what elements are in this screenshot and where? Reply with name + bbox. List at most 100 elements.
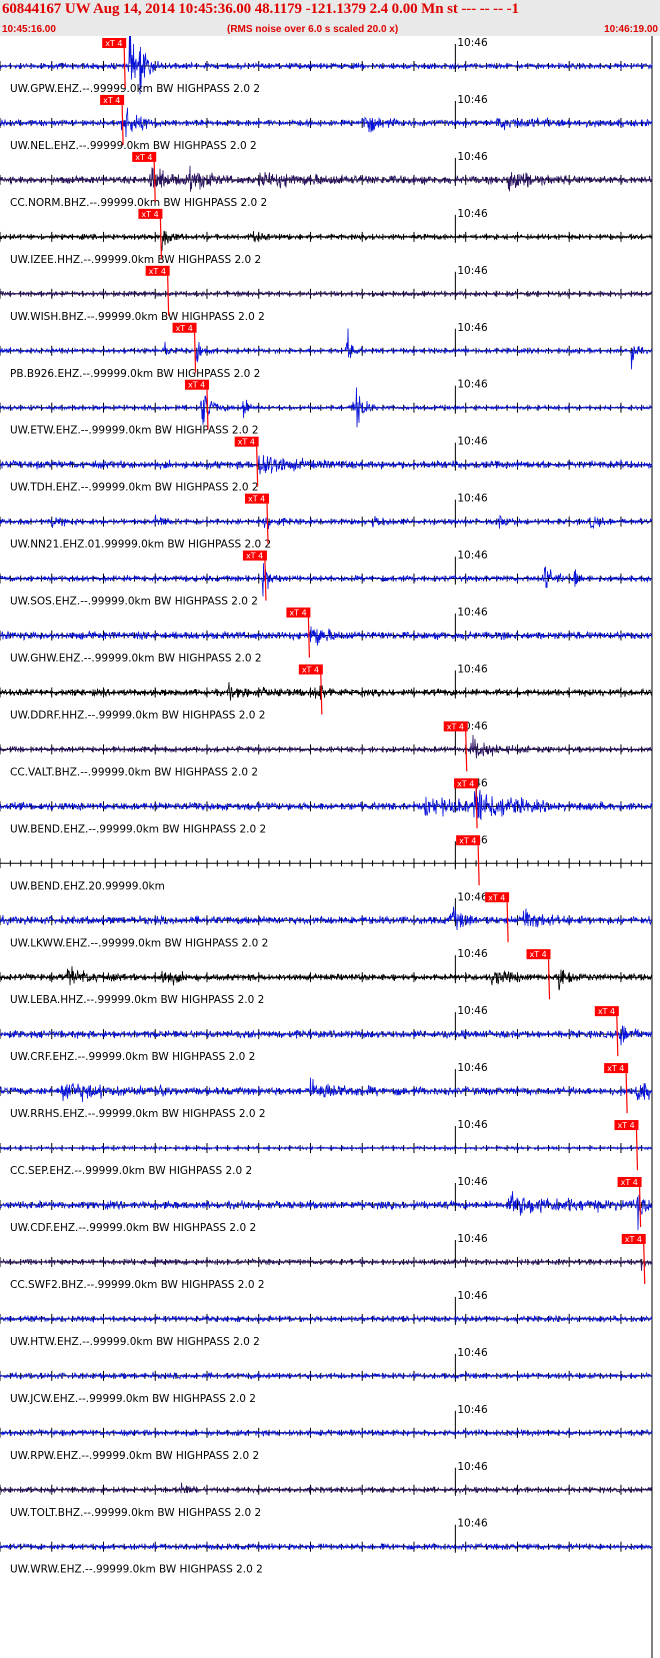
trace-row: 10:46 UW.RPW.EHZ.--.99999.0km BW HIGHPASS… — [0, 1404, 653, 1462]
trace-row: 10:46 CC.SEP.EHZ.--.99999.0km BW HIGHPASS… — [0, 1119, 653, 1177]
minute-mark-label: 10:46 — [457, 663, 488, 675]
waveform — [0, 734, 653, 759]
pick-line — [477, 845, 480, 886]
pick-label: xT 4 — [459, 836, 476, 845]
pick-line — [547, 959, 551, 1000]
pick-label: xT 4 — [105, 39, 122, 48]
pick-line — [638, 1186, 642, 1228]
channel-label: CC.SEP.EHZ.--.99999.0km BW HIGHPASS 2.0 … — [10, 1165, 252, 1177]
channel-label: CC.NORM.BHZ.--.99999.0km BW HIGHPASS 2.0… — [10, 197, 267, 209]
seismogram-plot: 10:46 UW.GPW.EHZ.--.99999.0km BW HIGHPASS… — [0, 36, 653, 1658]
pick-line — [635, 1130, 639, 1171]
pick-line — [153, 161, 156, 202]
pick-label: xT 4 — [530, 950, 547, 959]
trace-row: 10:46UW.BEND.EHZ.20.99999.0kmxT 4 — [0, 834, 653, 892]
channel-label: UW.BEND.EHZ.20.99999.0km — [10, 880, 165, 892]
waveform — [0, 787, 653, 821]
pick-label: xT 4 — [246, 552, 263, 561]
channel-label: UW.IZEE.HHZ.--.99999.0km BW HIGHPASS 2.0… — [10, 254, 261, 266]
minute-mark-label: 10:46 — [457, 1119, 488, 1131]
waveform — [0, 107, 653, 138]
pick-label: xT 4 — [188, 381, 205, 390]
channel-label: UW.RPW.EHZ.--.99999.0km BW HIGHPASS 2.0 … — [10, 1450, 259, 1462]
pick-label: xT 4 — [457, 779, 474, 788]
trace-row: 10:46 UW.SOS.EHZ.--.99999.0km BW HIGHPASS… — [0, 550, 653, 608]
pick-label: xT 4 — [238, 438, 255, 447]
waveform — [0, 1542, 653, 1551]
trace-row: 10:46 CC.NORM.BHZ.--.99999.0km BW HIGHPAS… — [0, 151, 653, 209]
pick-line — [121, 104, 124, 145]
waveform — [0, 906, 653, 931]
trace-row: 10:46 UW.WRW.EHZ.--.99999.0km BW HIGHPASS… — [0, 1518, 653, 1576]
pick-label: xT 4 — [135, 153, 152, 162]
trace-row: 10:46 UW.CDF.EHZ.--.99999.0km BW HIGHPASS… — [0, 1176, 653, 1234]
channel-label: UW.TDH.EHZ.--.99999.0km BW HIGHPASS 2.0 … — [10, 482, 259, 494]
channel-label: PB.B926.EHZ.--.99999.0km BW HIGHPASS 2.0… — [10, 368, 260, 380]
end-time-label: 10:46:19.00 — [604, 24, 658, 35]
trace-row: 10:46 UW.ETW.EHZ.--.99999.0km BW HIGHPASS… — [0, 379, 653, 437]
minute-mark-label: 10:46 — [457, 265, 488, 277]
minute-mark-label: 10:46 — [457, 607, 488, 619]
waveform — [0, 1025, 653, 1046]
trace-row: 10:46 UW.GPW.EHZ.--.99999.0km BW HIGHPASS… — [0, 36, 653, 95]
pick-label: xT 4 — [248, 495, 265, 504]
channel-label: UW.NEL.EHZ.--.99999.0km BW HIGHPASS 2.0 … — [10, 140, 257, 152]
pick-line — [193, 332, 197, 373]
channel-label: UW.BEND.EHZ.--.99999.0km BW HIGHPASS 2.0… — [10, 823, 266, 835]
minute-mark-label: 10:46 — [457, 208, 488, 220]
pick-line — [167, 275, 170, 316]
channel-label: UW.ETW.EHZ.--.99999.0km BW HIGHPASS 2.0 … — [10, 425, 259, 437]
pick-line — [616, 1016, 619, 1057]
waveform — [0, 682, 653, 701]
pick-label: xT 4 — [488, 893, 505, 902]
channel-label: UW.RRHS.EHZ.--.99999.0km BW HIGHPASS 2.0… — [10, 1108, 266, 1120]
trace-row: 10:46 UW.CRF.EHZ.--.99999.0km BW HIGHPASS… — [0, 1005, 653, 1063]
minute-mark-label: 10:46 — [457, 151, 488, 163]
trace-row: 10:46 UW.TDH.EHZ.--.99999.0km BW HIGHPASS… — [0, 436, 653, 494]
trace-row: 10:46 UW.IZEE.HHZ.--.99999.0km BW HIGHPAS… — [0, 208, 653, 266]
channel-label: UW.GPW.EHZ.--.99999.0km BW HIGHPASS 2.0 … — [10, 83, 260, 95]
minute-mark-label: 10:46 — [457, 550, 488, 562]
rms-note-label: (RMS noise over 6.0 s scaled 20.0 x) — [227, 24, 399, 35]
pick-label: xT 4 — [141, 210, 158, 219]
channel-label: UW.TOLT.BHZ.--.99999.0km BW HIGHPASS 2.0… — [10, 1507, 261, 1519]
minute-mark-label: 10:46 — [457, 1005, 488, 1017]
waveform — [0, 1077, 653, 1103]
pick-line — [266, 503, 269, 544]
minute-mark-label: 10:46 — [457, 891, 488, 903]
waveform — [0, 165, 653, 192]
pick-line — [307, 617, 311, 658]
trace-row: 10:46 UW.NN21.EHZ.01.99999.0km BW HIGHPAS… — [0, 493, 653, 551]
trace-row: 10:46 UW.TOLT.BHZ.--.99999.0km BW HIGHPAS… — [0, 1461, 653, 1519]
channel-label: UW.DDRF.HHZ.--.99999.0km BW HIGHPASS 2.0… — [10, 709, 265, 721]
minute-mark-label: 10:46 — [457, 493, 488, 505]
channel-label: UW.CRF.EHZ.--.99999.0km BW HIGHPASS 2.0 … — [10, 1051, 255, 1063]
pick-label: xT 4 — [103, 96, 120, 105]
pick-line — [206, 389, 209, 430]
minute-mark-label: 10:46 — [457, 37, 488, 49]
trace-row: 10:46 UW.HTW.EHZ.--.99999.0km BW HIGHPASS… — [0, 1290, 653, 1348]
waveform — [0, 328, 653, 370]
channel-label: UW.LKWW.EHZ.--.99999.0km BW HIGHPASS 2.0… — [10, 937, 268, 949]
pick-label: xT 4 — [598, 1007, 615, 1016]
trace-row: 10:46 UW.LEBA.HHZ.--.99999.0km BW HIGHPAS… — [0, 948, 653, 1006]
channel-label: UW.JCW.EHZ.--.99999.0km BW HIGHPASS 2.0 … — [10, 1393, 256, 1405]
trace-row: 10:46 UW.RRHS.EHZ.--.99999.0km BW HIGHPAS… — [0, 1062, 653, 1120]
pick-label: xT 4 — [621, 1178, 638, 1187]
minute-mark-label: 10:46 — [457, 1290, 488, 1302]
trace-row: 10:46CC.VALT.BHZ.--.99999.0km BW HIGHPAS… — [0, 720, 653, 778]
trace-row: 10:46 UW.LKWW.EHZ.--.99999.0km BW HIGHPAS… — [0, 891, 653, 949]
pick-label: xT 4 — [617, 1121, 634, 1130]
minute-mark-label: 10:46 — [457, 1461, 488, 1473]
channel-label: CC.SWF2.BHZ.--.99999.0km BW HIGHPASS 2.0… — [10, 1279, 265, 1291]
pick-line — [320, 674, 323, 715]
channel-label: UW.SOS.EHZ.--.99999.0km BW HIGHPASS 2.0 … — [10, 596, 258, 608]
channel-label: UW.WISH.BHZ.--.99999.0km BW HIGHPASS 2.0… — [10, 311, 265, 323]
event-title: 60844167 UW Aug 14, 2014 10:45:36.00 48.… — [2, 1, 519, 17]
waveform — [0, 1482, 653, 1495]
start-time-label: 10:45:16.00 — [2, 24, 56, 35]
trace-row: 10:46 UW.NEL.EHZ.--.99999.0km BW HIGHPASS… — [0, 94, 653, 152]
pick-label: xT 4 — [302, 665, 319, 674]
pick-label: xT 4 — [289, 609, 306, 618]
pick-label: xT 4 — [149, 267, 166, 276]
